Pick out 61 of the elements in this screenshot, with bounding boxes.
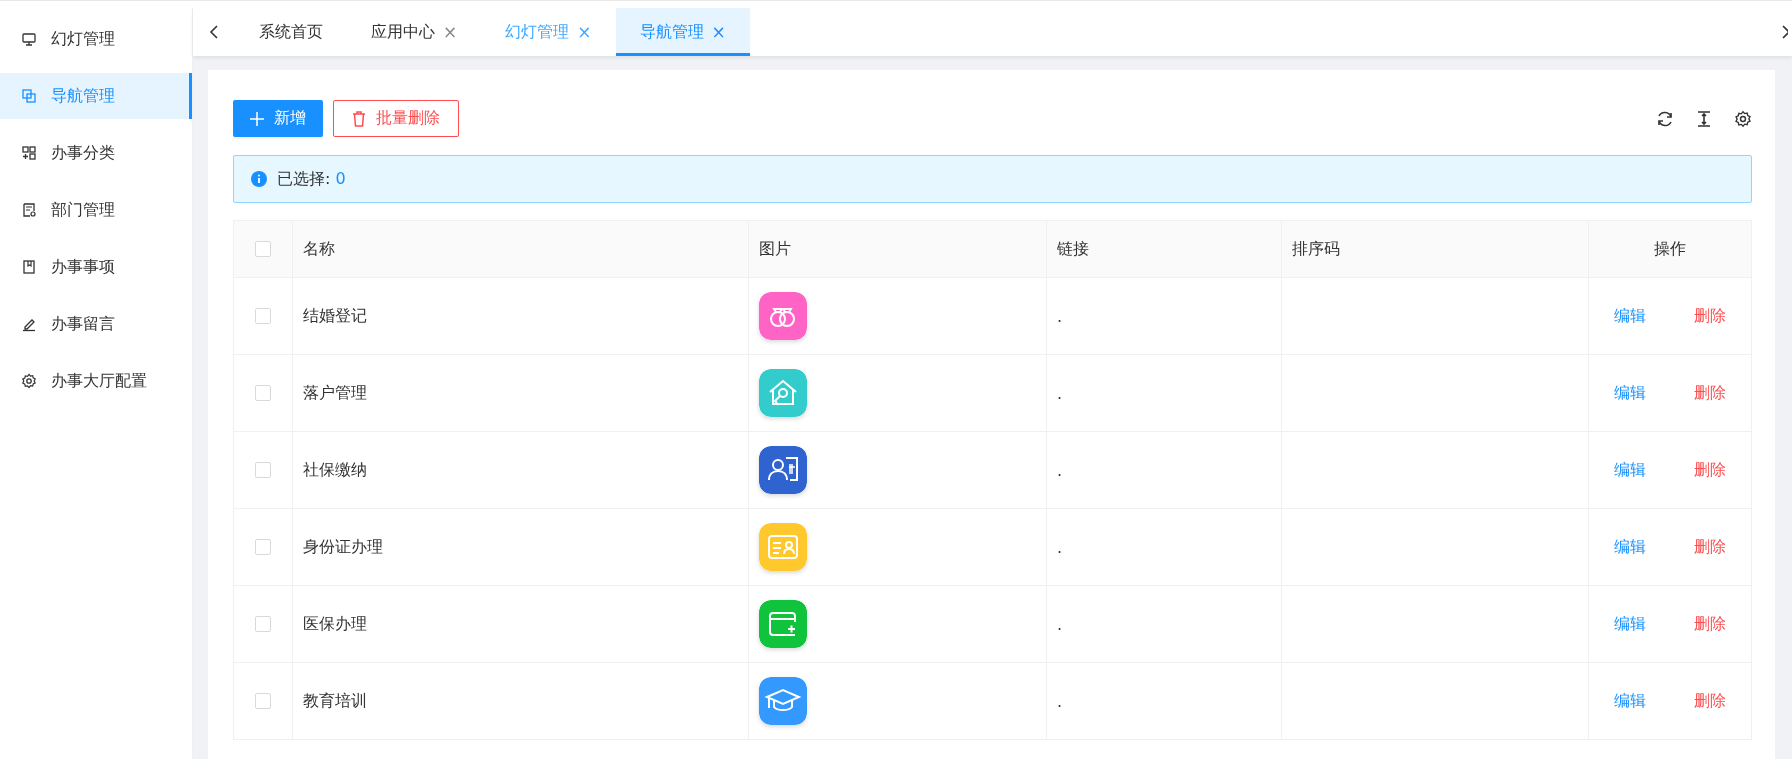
column-height-icon[interactable] [1695,109,1713,128]
close-icon[interactable]: × [577,22,592,42]
column-header: 排序码 [1281,220,1589,278]
sidebar-item[interactable]: 办事事项 [0,244,192,290]
checkbox[interactable] [255,462,271,478]
table-cell: 结婚登记 [292,277,749,355]
checkbox[interactable] [255,385,271,401]
tab[interactable]: 应用中心 × [347,8,482,56]
edit-link[interactable]: 编辑 [1590,613,1670,635]
delete-link[interactable]: 删除 [1670,613,1750,635]
edit-link[interactable]: 编辑 [1590,459,1670,481]
chevron-left-icon[interactable] [208,25,220,39]
sidebar-item[interactable]: 办事大厅配置 [0,358,192,404]
column-header: 图片 [748,220,1047,278]
link-text: . [1057,691,1063,711]
tab[interactable]: 系统首页 [235,8,347,56]
table-cell: 落户管理 [292,354,749,432]
edit-link[interactable]: 编辑 [1590,382,1670,404]
link-text: . [1057,306,1063,326]
checkbox[interactable] [255,693,271,709]
edit-link[interactable]: 编辑 [1590,690,1670,712]
settings-icon[interactable] [1734,109,1752,128]
chevron-right-icon[interactable] [1780,25,1788,39]
delete-link[interactable]: 删除 [1670,382,1750,404]
link-text: . [1057,614,1063,634]
batch-delete-button[interactable]: 批量删除 [333,100,459,137]
sidebar-item[interactable]: 幻灯管理 [0,16,192,62]
sidebar-item[interactable]: 办事留言 [0,301,192,347]
edit-link[interactable]: 编辑 [1590,305,1670,327]
refresh-icon[interactable] [1656,109,1674,128]
tab[interactable]: 幻灯管理 × [481,8,616,56]
edit-link[interactable]: 编辑 [1590,536,1670,558]
checkbox[interactable] [255,616,271,632]
delete-link[interactable]: 删除 [1670,459,1750,481]
selected-count-text: 已选择: 0 [277,168,346,190]
info-icon [251,171,267,187]
table-cell: 教育培训 [292,662,749,740]
sidebar-item[interactable]: 部门管理 [0,187,192,233]
plus-icon [250,111,264,126]
close-icon[interactable]: × [443,22,458,42]
delete-link[interactable]: 删除 [1670,536,1750,558]
delete-link[interactable]: 删除 [1670,305,1750,327]
close-icon[interactable]: × [711,22,726,42]
column-header: 名称 [292,220,749,278]
checkbox[interactable] [255,308,271,324]
table-cell: 医保办理 [292,585,749,663]
link-text: . [1057,460,1063,480]
checkbox[interactable] [255,241,271,257]
column-header: 操作 [1588,220,1752,278]
table-cell: 身份证办理 [292,508,749,586]
sidebar-item[interactable]: 办事分类 [0,130,192,176]
tab[interactable]: 导航管理 × [615,8,750,56]
link-text: . [1057,537,1063,557]
checkbox[interactable] [255,539,271,555]
delete-link[interactable]: 删除 [1670,690,1750,712]
column-header: 链接 [1046,220,1282,278]
add-button[interactable]: 新增 [233,100,323,137]
trash-icon [352,110,366,127]
link-text: . [1057,383,1063,403]
table-cell: 社保缴纳 [292,431,749,509]
sidebar-item[interactable]: 导航管理 [0,73,192,119]
